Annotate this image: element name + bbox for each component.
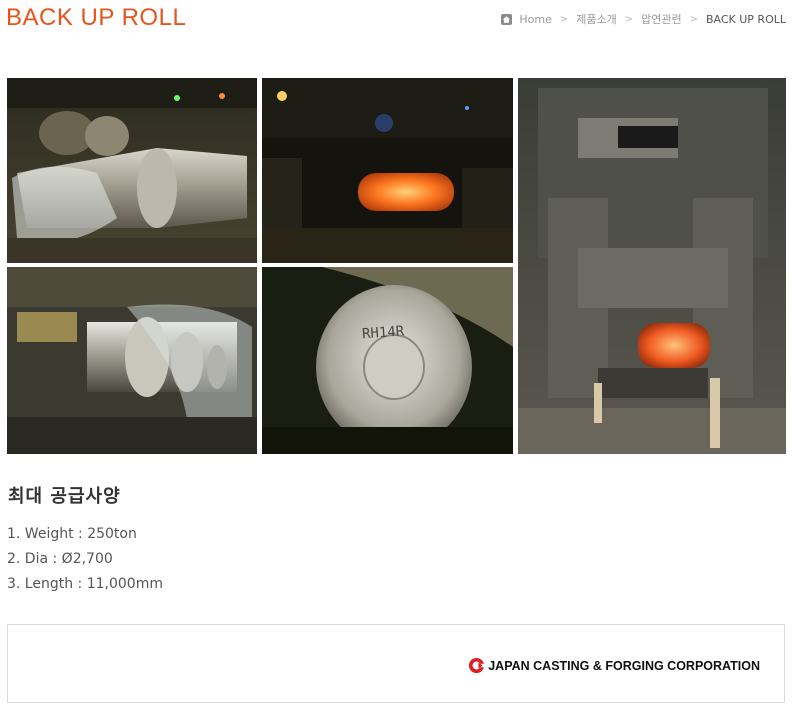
machined-roll-photo	[7, 267, 257, 454]
spec-length: 3. Length : 11,000mm	[7, 576, 163, 592]
chevron-right-icon: >	[624, 13, 634, 25]
home-icon[interactable]	[501, 13, 513, 25]
breadcrumb-home[interactable]: Home	[519, 13, 551, 26]
breadcrumb-current: BACK UP ROLL	[705, 12, 786, 26]
roll-in-workshop-photo	[7, 78, 257, 263]
chevron-right-icon: >	[559, 13, 569, 25]
breadcrumb: Home > 제품소개 > 압연관련 > BACK UP ROLL	[501, 11, 786, 27]
maker-box: JAPAN CASTING & FORGING CORPORATION	[7, 624, 785, 703]
breadcrumb-products[interactable]: 제품소개	[576, 11, 616, 27]
breadcrumb-rolling[interactable]: 압연관련	[641, 11, 681, 27]
maker-logo: JAPAN CASTING & FORGING CORPORATION	[468, 657, 760, 674]
spec-list: 1. Weight : 250ton 2. Dia : Ø2,700 3. Le…	[7, 526, 163, 601]
glowing-ingot-photo	[262, 78, 513, 263]
roll-marking-text: RH14R	[362, 323, 406, 342]
chevron-right-icon: >	[689, 13, 698, 25]
maker-name: JAPAN CASTING & FORGING CORPORATION	[488, 658, 760, 673]
spec-weight: 1. Weight : 250ton	[7, 526, 137, 542]
page-title: BACK UP ROLL	[6, 4, 187, 31]
forging-press-photo	[518, 78, 786, 454]
spec-diameter: 2. Dia : Ø2,700	[7, 551, 113, 567]
roll-end-marking-photo: RH14R	[262, 267, 513, 454]
circle-arrow-logo-icon	[469, 657, 485, 674]
specs-title: 최대 공급사양	[8, 486, 121, 507]
